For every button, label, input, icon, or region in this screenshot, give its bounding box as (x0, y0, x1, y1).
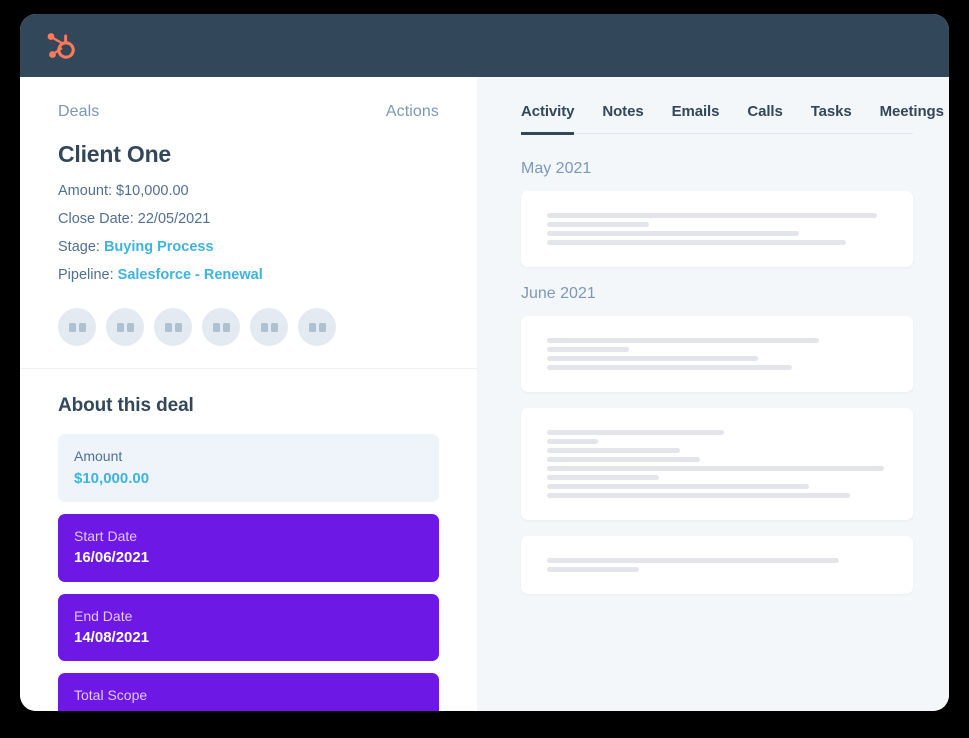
activity-card[interactable] (521, 191, 913, 267)
deal-meta-amount-label: Amount: (58, 183, 112, 199)
deal-meta-stage-label: Stage: (58, 238, 100, 255)
skeleton-line (547, 475, 660, 480)
skeleton-line (547, 430, 724, 435)
month-heading-june: June 2021 (521, 285, 596, 302)
deal-meta-amount-value: $10,000.00 (116, 183, 189, 199)
tab-calls[interactable]: Calls (747, 103, 782, 135)
info-card-end-date-value: 14/08/2021 (74, 628, 150, 646)
deal-meta-close-date-value: 22/05/2021 (137, 210, 211, 227)
placeholder-square-icon (78, 322, 86, 332)
skeleton-line (547, 466, 884, 471)
deal-meta-pipeline-label: Pipeline: (58, 266, 114, 283)
breadcrumb-row: Deals Actions (58, 103, 439, 121)
skeleton-line (547, 240, 847, 245)
deal-title: Client One (58, 141, 172, 167)
skeleton-line (547, 457, 700, 462)
deal-meta-close-date-label: Close Date: (58, 210, 134, 227)
placeholder-square-icon (116, 322, 124, 332)
deal-meta-amount: Amount: $10,000.00 (58, 182, 439, 201)
skeleton-line (547, 347, 629, 352)
tab-notes[interactable]: Notes (602, 103, 643, 135)
deal-meta-pipeline: Pipeline: Salesforce - Renewal (58, 266, 439, 285)
info-card-amount-value: $10,000.00 (74, 469, 150, 487)
quick-action-button-5[interactable] (250, 308, 288, 347)
placeholder-square-icon (164, 322, 172, 332)
skeleton-line (547, 448, 680, 453)
info-card-total-scope-label: Total Scope (74, 687, 148, 704)
info-card-start-date-value: 16/06/2021 (74, 549, 150, 567)
deal-meta-pipeline-value[interactable]: Salesforce - Renewal (118, 267, 263, 283)
activity-feed-panel: Activity Notes Emails Calls Tasks Meetin… (477, 77, 949, 711)
actions-menu-button[interactable]: Actions (386, 103, 439, 121)
skeleton-line (547, 365, 792, 370)
quick-action-button-6[interactable] (298, 308, 336, 347)
quick-action-button-3[interactable] (154, 308, 192, 347)
about-this-deal-section: About this deal Amount $10,000.00 Start … (20, 369, 477, 711)
quick-action-button-2[interactable] (106, 308, 144, 347)
deal-meta-stage: Stage: Buying Process (58, 238, 439, 257)
hubspot-sprocket-icon[interactable] (44, 29, 78, 63)
deal-detail-panel: Deals Actions Client One Amount: $10,000… (20, 77, 477, 711)
info-card-end-date-label: End Date (74, 607, 133, 624)
feed-group-may: May 2021 (521, 160, 913, 267)
placeholder-square-icon (174, 322, 182, 332)
deal-meta-close-date: Close Date: 22/05/2021 (58, 210, 439, 229)
placeholder-square-icon (270, 322, 278, 332)
tab-meetings[interactable]: Meetings (880, 103, 944, 135)
skeleton-line (547, 439, 598, 444)
breadcrumb-deals-link[interactable]: Deals (58, 103, 99, 121)
skeleton-line (547, 356, 758, 361)
feed-group-june: June 2021 (521, 285, 913, 594)
tab-emails[interactable]: Emails (672, 103, 720, 135)
info-card-amount-label: Amount (74, 448, 123, 465)
quick-action-button-1[interactable] (58, 308, 96, 347)
activity-card[interactable] (521, 536, 913, 594)
placeholder-square-icon (68, 322, 76, 332)
skeleton-line (547, 567, 639, 572)
app-window: Deals Actions Client One Amount: $10,000… (20, 14, 949, 711)
skeleton-line (547, 231, 799, 236)
skeleton-line (547, 493, 850, 498)
quick-action-button-4[interactable] (202, 308, 240, 347)
skeleton-line (547, 484, 809, 489)
main-content-split: Deals Actions Client One Amount: $10,000… (20, 77, 949, 711)
info-card-start-date[interactable]: Start Date 16/06/2021 (58, 514, 439, 582)
placeholder-square-icon (308, 322, 316, 332)
activity-card[interactable] (521, 316, 913, 392)
placeholder-square-icon (212, 322, 220, 332)
placeholder-square-icon (260, 322, 268, 332)
info-card-amount[interactable]: Amount $10,000.00 (58, 434, 439, 503)
info-card-start-date-label: Start Date (74, 528, 138, 545)
skeleton-line (547, 222, 649, 227)
activity-card[interactable] (521, 408, 913, 520)
skeleton-line (547, 338, 819, 343)
info-card-end-date[interactable]: End Date 14/08/2021 (58, 593, 439, 662)
month-heading-may: May 2021 (521, 160, 592, 177)
about-section-title: About this deal (58, 395, 194, 417)
top-navigation-bar (20, 14, 949, 77)
placeholder-square-icon (318, 322, 326, 332)
activity-tabs: Activity Notes Emails Calls Tasks Meetin… (521, 103, 944, 135)
skeleton-line (547, 213, 877, 218)
info-card-total-scope[interactable]: Total Scope 500 Hours (58, 673, 439, 711)
deal-header: Deals Actions Client One Amount: $10,000… (20, 77, 477, 370)
tab-tasks[interactable]: Tasks (811, 103, 852, 135)
deal-meta-stage-value[interactable]: Buying Process (104, 239, 214, 255)
info-card-total-scope-value: 500 Hours (74, 708, 423, 711)
tab-activity[interactable]: Activity (521, 103, 574, 135)
quick-actions-row (58, 308, 439, 347)
skeleton-line (547, 558, 840, 563)
placeholder-square-icon (126, 322, 134, 332)
placeholder-square-icon (222, 322, 230, 332)
